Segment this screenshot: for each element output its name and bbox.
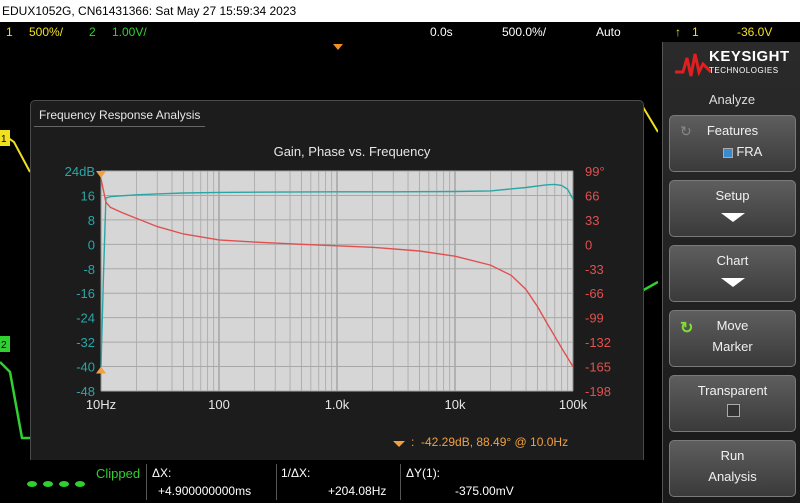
brand-name: KEYSIGHT — [709, 48, 790, 65]
y-left-tick-label: -24 — [76, 311, 95, 326]
ch2-number[interactable]: 2 — [89, 22, 96, 42]
y-right-tick-label: -66 — [585, 286, 604, 301]
title-bar: EDUX1052G, CN61431366: Sat May 27 15:59:… — [0, 0, 800, 22]
trigger-mode[interactable]: Auto — [596, 22, 621, 42]
ch1-scale[interactable]: 500%/ — [29, 22, 63, 42]
keysight-logo: KEYSIGHT TECHNOLOGIES — [673, 42, 799, 86]
trigger-edge-icon: ↑ — [675, 25, 681, 39]
chart-title: Gain, Phase vs. Frequency — [274, 144, 431, 159]
x-tick-label: 10k — [445, 397, 466, 412]
ch1-number[interactable]: 1 — [6, 22, 13, 42]
fra-chart[interactable]: Gain, Phase vs. Frequency 24dB 16 8 0 -8 -16 -… — [31, 101, 643, 460]
submenu-arrow-icon — [720, 278, 745, 287]
measurement-bar: Clipped ΔX: +4.900000000ms 1/ΔX: +204.08… — [0, 460, 662, 503]
features-softkey[interactable]: ↻ Features FRA — [669, 115, 796, 172]
trigger-source[interactable]: 1 — [692, 22, 699, 42]
y-right-tick-label: -99 — [585, 311, 604, 326]
x-tick-label: 100 — [208, 397, 230, 412]
submenu-arrow-icon — [720, 213, 745, 222]
divider — [276, 464, 277, 500]
setup-softkey[interactable]: Setup — [669, 180, 796, 237]
y-left-tick-label: 0 — [88, 237, 95, 252]
y-right-tick-label: -165 — [585, 360, 611, 375]
waveform-area[interactable]: 1 2 Frequency Response Analysis Gain, Ph… — [0, 42, 658, 460]
x-tick-labels: 10Hz 100 1.0k 10k 100k — [86, 397, 588, 412]
delta-x-label: ΔX: — [152, 466, 172, 480]
marker-readout-icon — [393, 441, 405, 447]
divider — [400, 464, 401, 500]
run-label: Run — [720, 448, 745, 463]
chart-label: Chart — [716, 253, 749, 268]
divider — [146, 464, 147, 500]
transparent-checkbox-icon — [727, 404, 740, 417]
inverse-delta-x-value: +204.08Hz — [328, 484, 387, 498]
clip-indicator-icon — [27, 481, 85, 487]
timebase-readout[interactable]: 500.0%/ — [502, 22, 546, 42]
y-left-tick-label: -40 — [76, 360, 95, 375]
y-left-tick-label: -32 — [76, 335, 95, 350]
y-right-tick-label: 33 — [585, 213, 599, 228]
marker-readout: -42.29dB, 88.49° @ 10.0Hz — [421, 435, 568, 449]
y-right-tick-label: -198 — [585, 384, 611, 399]
checkbox-icon — [722, 147, 733, 158]
trigger-position-marker — [333, 44, 343, 50]
delta-y-label: ΔY(1): — [406, 466, 441, 480]
y-right-tick-label: 66 — [585, 188, 599, 203]
svg-text::: : — [411, 435, 414, 449]
ch2-scale[interactable]: 1.00V/ — [112, 22, 147, 42]
y-right-ticks: 99° 66 33 0 -33 -66 -99 -132 -165 -198 — [585, 164, 611, 399]
status-bar: 1 500%/ 2 1.00V/ 0.0s 500.0%/ Auto ↑ 1 -… — [0, 22, 800, 42]
y-right-tick-label: 0 — [585, 237, 592, 252]
run-analysis-softkey[interactable]: Run Analysis — [669, 440, 796, 497]
y-left-tick-label: -16 — [76, 286, 95, 301]
x-tick-label: 1.0k — [325, 397, 350, 412]
features-label: Features — [706, 123, 759, 138]
menu-title: Analyze — [708, 92, 756, 107]
ch2-marker-label: 2 — [1, 340, 7, 351]
clipped-indicator: Clipped — [96, 466, 141, 481]
delta-y-value: -375.00mV — [455, 484, 514, 498]
y-right-tick-label: -33 — [585, 262, 604, 277]
features-value: FRA — [680, 144, 800, 159]
move-marker-softkey[interactable]: ↻ Move Marker — [669, 310, 796, 367]
y-left-tick-label: 8 — [88, 213, 95, 228]
analysis-label: Analysis — [708, 469, 757, 484]
y-left-tick-label: 24dB — [65, 164, 95, 179]
x-tick-label: 10Hz — [86, 397, 116, 412]
y-right-tick-label: -132 — [585, 335, 611, 350]
trigger-level[interactable]: -36.0V — [737, 22, 772, 42]
ch1-marker-label: 1 — [1, 134, 7, 145]
delay-readout[interactable]: 0.0s — [430, 22, 453, 42]
y-left-tick-label: -8 — [83, 262, 95, 277]
title-text: EDUX1052G, CN61431366: Sat May 27 15:59:… — [2, 4, 297, 18]
y-left-ticks: 24dB1680-8-16-24-32-40-48 — [65, 164, 95, 399]
x-tick-label: 100k — [559, 397, 588, 412]
marker-label: Marker — [712, 339, 753, 354]
transparent-softkey[interactable]: Transparent — [669, 375, 796, 432]
delta-x-value: +4.900000000ms — [158, 484, 252, 498]
y-left-tick-label: 16 — [81, 188, 95, 203]
softkey-panel: KEYSIGHT TECHNOLOGIES Analyze ↻ Features… — [662, 42, 800, 503]
brand-subtitle: TECHNOLOGIES — [709, 66, 779, 75]
keysight-logo-icon — [675, 53, 713, 77]
setup-label: Setup — [715, 188, 750, 203]
fra-window[interactable]: Frequency Response Analysis Gain, Phase … — [30, 100, 644, 460]
move-label: Move — [716, 318, 749, 333]
y-right-tick-label: 99° — [585, 164, 605, 179]
inverse-delta-x-label: 1/ΔX: — [281, 466, 311, 480]
chart-softkey[interactable]: Chart — [669, 245, 796, 302]
transparent-label: Transparent — [697, 383, 768, 398]
